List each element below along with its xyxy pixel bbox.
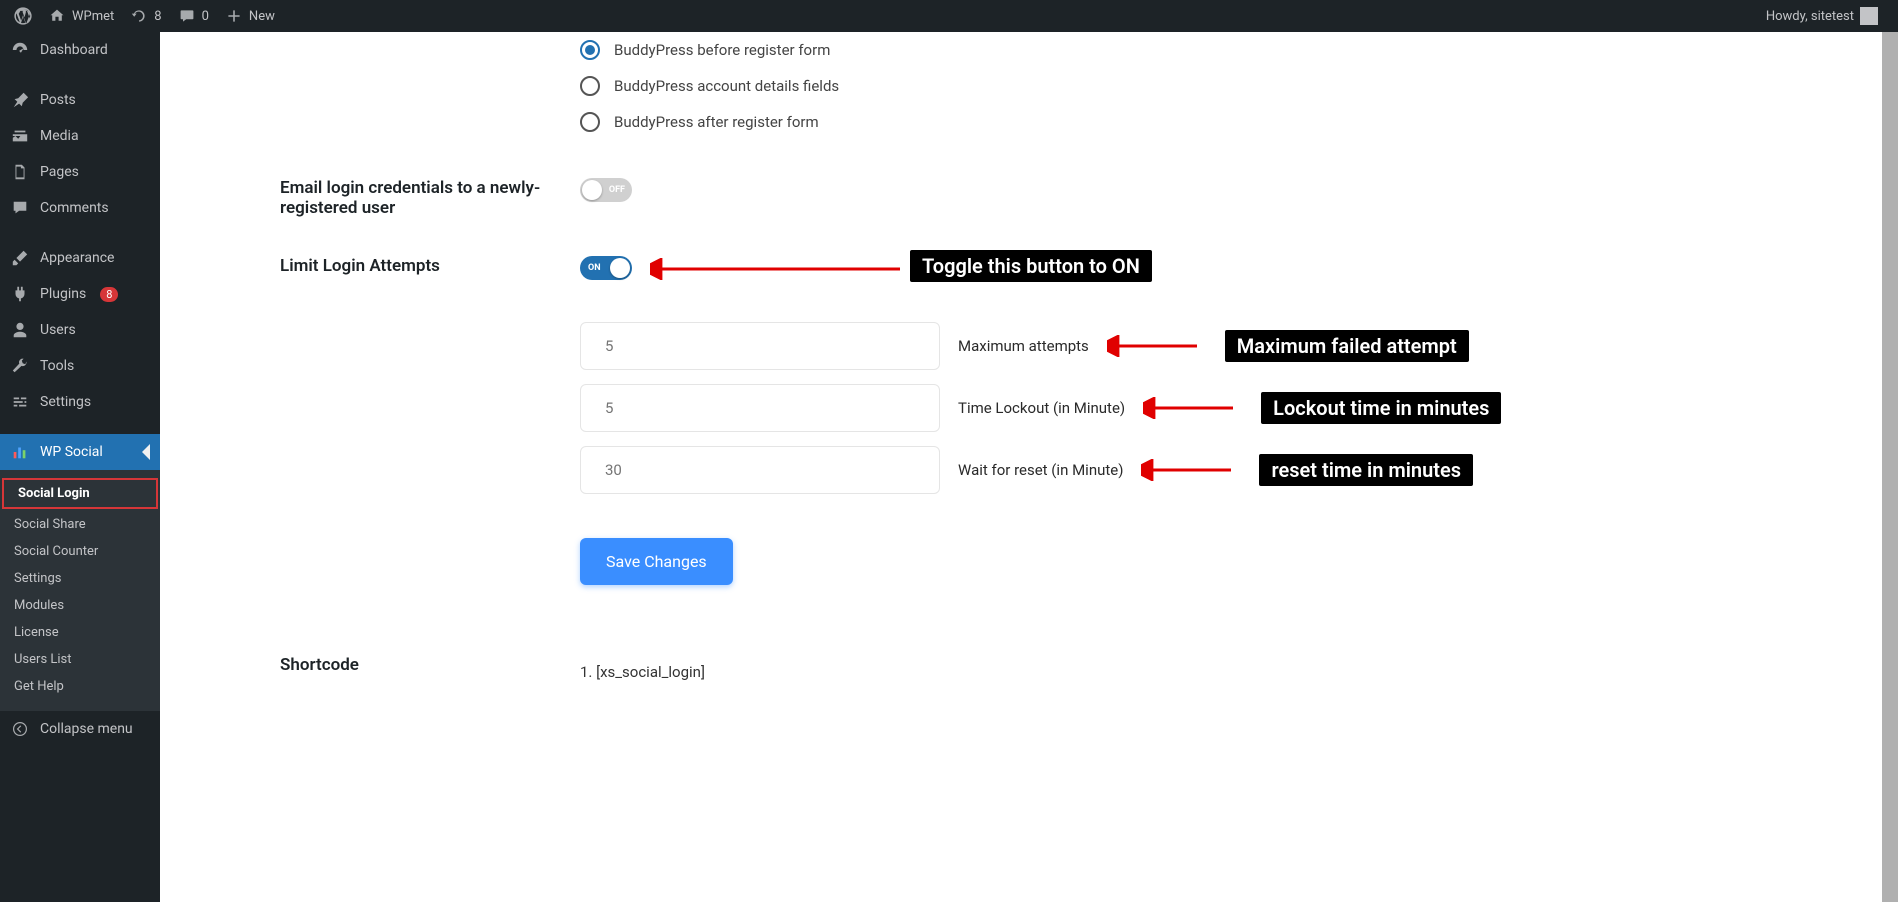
sidebar-submenu: Social Login Social Share Social Counter… — [0, 470, 160, 710]
sidebar-item-label: Settings — [40, 394, 91, 410]
sidebar-item-pages[interactable]: Pages — [0, 154, 160, 190]
radio-label: BuddyPress after register form — [614, 113, 819, 131]
wp-logo[interactable] — [6, 0, 40, 32]
media-icon — [10, 126, 30, 146]
sub-item-license[interactable]: License — [0, 619, 160, 646]
sidebar-item-label: Pages — [40, 164, 79, 180]
sub-item-social-login[interactable]: Social Login — [4, 480, 156, 507]
label-max-attempts: Maximum attempts — [958, 337, 1089, 355]
save-button[interactable]: Save Changes — [580, 538, 733, 585]
bars-icon — [10, 442, 30, 462]
sub-item-social-counter[interactable]: Social Counter — [0, 538, 160, 565]
radio-label: BuddyPress before register form — [614, 41, 830, 59]
admin-bar: WPmet 8 0 New Howdy, sitetest — [0, 0, 1898, 32]
content-area: BuddyPress BuddyPress before register fo… — [160, 32, 1898, 902]
comments-link[interactable]: 0 — [170, 0, 217, 32]
sub-item-get-help[interactable]: Get Help — [0, 673, 160, 700]
wrench-icon — [10, 356, 30, 376]
collapse-menu[interactable]: Collapse menu — [0, 710, 160, 747]
toggle-label: ON — [588, 263, 601, 273]
new-label: New — [249, 9, 275, 24]
radio-buddypress-after[interactable] — [580, 112, 600, 132]
user-icon — [10, 320, 30, 340]
sidebar-item-appearance[interactable]: Appearance — [0, 240, 160, 276]
site-name-link[interactable]: WPmet — [40, 0, 122, 32]
new-link[interactable]: New — [217, 0, 283, 32]
sidebar-item-label: Posts — [40, 92, 76, 108]
arrow-icon — [1143, 397, 1243, 419]
avatar — [1860, 7, 1878, 25]
plug-icon — [10, 284, 30, 304]
toggle-email-creds[interactable]: OFF — [580, 178, 632, 202]
sidebar-item-media[interactable]: Media — [0, 118, 160, 154]
refresh-icon — [130, 7, 148, 25]
sidebar-item-label: Comments — [40, 200, 109, 216]
toggle-limit-login[interactable]: ON — [580, 256, 632, 280]
sidebar-item-label: Dashboard — [40, 42, 108, 58]
sidebar-item-settings[interactable]: Settings — [0, 384, 160, 420]
arrow-icon — [650, 258, 910, 280]
sidebar-item-dashboard[interactable]: Dashboard — [0, 32, 160, 68]
comments-count: 0 — [202, 9, 209, 24]
shortcode-line-1: 1. [xs_social_login] — [580, 663, 1762, 681]
sidebar-item-label: WP Social — [40, 444, 103, 460]
admin-sidebar: Dashboard Posts Media Pages Comments App… — [0, 32, 160, 902]
sidebar-item-posts[interactable]: Posts — [0, 82, 160, 118]
sidebar-item-label: Tools — [40, 358, 74, 374]
input-lockout[interactable] — [580, 384, 940, 432]
brush-icon — [10, 248, 30, 268]
email-creds-label: Email login credentials to a newly-regis… — [280, 178, 560, 218]
sidebar-item-tools[interactable]: Tools — [0, 348, 160, 384]
home-icon — [48, 7, 66, 25]
annotation-reset: reset time in minutes — [1259, 454, 1473, 486]
radio-label: BuddyPress account details fields — [614, 77, 839, 95]
sidebar-item-wp-social[interactable]: WP Social — [0, 434, 160, 470]
site-name: WPmet — [72, 9, 114, 24]
collapse-icon — [10, 719, 30, 739]
limit-login-label: Limit Login Attempts — [280, 256, 560, 276]
sliders-icon — [10, 392, 30, 412]
sidebar-item-plugins[interactable]: Plugins 8 — [0, 276, 160, 312]
sidebar-item-users[interactable]: Users — [0, 312, 160, 348]
plugins-badge: 8 — [100, 287, 118, 302]
plus-icon — [225, 7, 243, 25]
input-max-attempts[interactable] — [580, 322, 940, 370]
collapse-label: Collapse menu — [40, 721, 133, 737]
input-reset[interactable] — [580, 446, 940, 494]
sidebar-item-label: Media — [40, 128, 79, 144]
annotation-toggle-on: Toggle this button to ON — [910, 250, 1152, 282]
page-icon — [10, 162, 30, 182]
dashboard-icon — [10, 40, 30, 60]
sub-item-settings[interactable]: Settings — [0, 565, 160, 592]
sidebar-item-label: Users — [40, 322, 76, 338]
comment-icon — [178, 7, 196, 25]
sidebar-item-comments[interactable]: Comments — [0, 190, 160, 226]
radio-buddypress-account[interactable] — [580, 76, 600, 96]
annotation-lockout: Lockout time in minutes — [1261, 392, 1501, 424]
sub-item-modules[interactable]: Modules — [0, 592, 160, 619]
label-lockout: Time Lockout (in Minute) — [958, 399, 1125, 417]
howdy-text: Howdy, sitetest — [1766, 9, 1854, 24]
updates-count: 8 — [154, 9, 161, 24]
wordpress-icon — [14, 7, 32, 25]
arrow-icon — [1107, 335, 1207, 357]
sub-item-social-share[interactable]: Social Share — [0, 511, 160, 538]
label-reset: Wait for reset (in Minute) — [958, 461, 1123, 479]
arrow-icon — [1141, 459, 1241, 481]
pin-icon — [10, 90, 30, 110]
radio-buddypress-before[interactable] — [580, 40, 600, 60]
comment-icon — [10, 198, 30, 218]
sidebar-item-label: Appearance — [40, 250, 114, 266]
sidebar-item-label: Plugins — [40, 286, 86, 302]
annotation-max-failed: Maximum failed attempt — [1225, 330, 1469, 362]
sub-item-users-list[interactable]: Users List — [0, 646, 160, 673]
howdy-link[interactable]: Howdy, sitetest — [1758, 0, 1886, 32]
toggle-label: OFF — [609, 185, 625, 195]
shortcode-heading: Shortcode — [280, 655, 560, 675]
updates-link[interactable]: 8 — [122, 0, 169, 32]
